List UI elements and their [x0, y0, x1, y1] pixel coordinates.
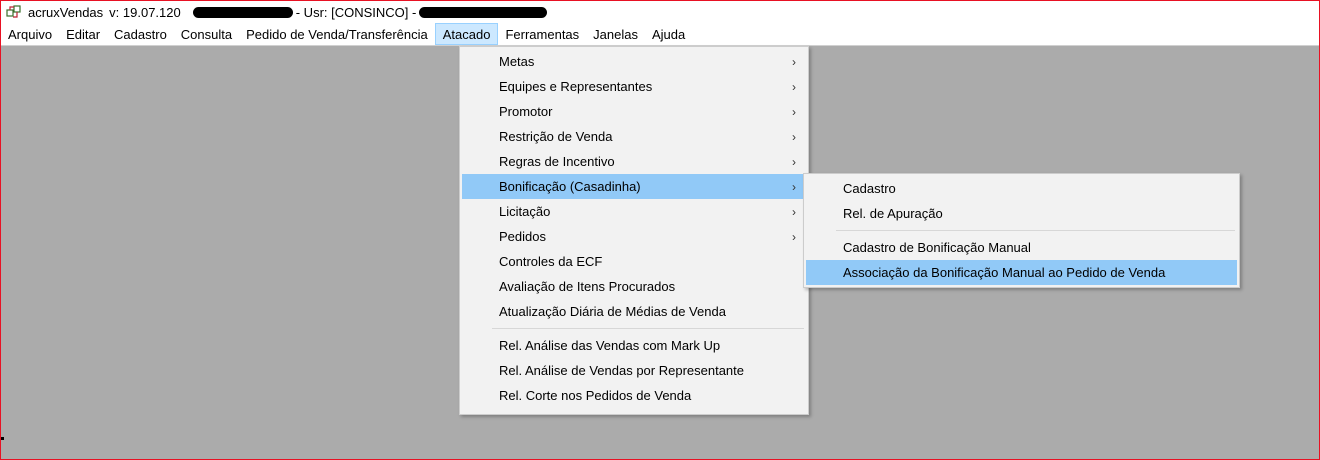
chevron-right-icon: › [792, 179, 796, 194]
menu-item-label: Metas [499, 54, 535, 69]
chevron-right-icon: › [792, 79, 796, 94]
chevron-right-icon: › [792, 154, 796, 169]
menu-separator [492, 328, 804, 329]
menu-item-label: Cadastro de Bonificação Manual [843, 240, 1031, 255]
menu-item-rel-mark-up[interactable]: Rel. Análise das Vendas com Mark Up [462, 333, 806, 358]
menu-item-label: Pedidos [499, 229, 546, 244]
menu-ferramentas[interactable]: Ferramentas [498, 23, 586, 45]
menu-item-regras[interactable]: Regras de Incentivo › [462, 149, 806, 174]
menu-item-label: Regras de Incentivo [499, 154, 615, 169]
submenu-item-associacao-bonificacao[interactable]: Associação da Bonificação Manual ao Pedi… [806, 260, 1237, 285]
menu-item-label: Rel. de Apuração [843, 206, 943, 221]
menu-item-controles-ecf[interactable]: Controles da ECF [462, 249, 806, 274]
menu-item-rel-representante[interactable]: Rel. Análise de Vendas por Representante [462, 358, 806, 383]
menu-item-licitacao[interactable]: Licitação › [462, 199, 806, 224]
menu-editar[interactable]: Editar [59, 23, 107, 45]
chevron-right-icon: › [792, 54, 796, 69]
menu-ajuda[interactable]: Ajuda [645, 23, 692, 45]
menu-item-label: Restrição de Venda [499, 129, 613, 144]
menu-item-label: Avaliação de Itens Procurados [499, 279, 676, 294]
app-icon [6, 4, 22, 20]
redacted-text [419, 6, 548, 18]
menu-item-label: Bonificação (Casadinha) [499, 179, 641, 194]
submenu-item-cadastro-bonificacao-manual[interactable]: Cadastro de Bonificação Manual [806, 235, 1237, 260]
app-name: acruxVendas [28, 4, 104, 20]
menu-item-label: Promotor [499, 104, 553, 119]
chevron-right-icon: › [792, 129, 796, 144]
menu-bar: Arquivo Editar Cadastro Consulta Pedido … [1, 23, 1319, 46]
bonificacao-submenu: Cadastro Rel. de Apuração Cadastro de Bo… [803, 173, 1240, 288]
menu-pedido-de-venda[interactable]: Pedido de Venda/Transferência [239, 23, 435, 45]
menu-item-atualizacao-medias[interactable]: Atualização Diária de Médias de Venda [462, 299, 806, 324]
chevron-right-icon: › [792, 229, 796, 244]
menu-item-avaliacao-itens[interactable]: Avaliação de Itens Procurados [462, 274, 806, 299]
menu-consulta[interactable]: Consulta [174, 23, 239, 45]
app-window: acruxVendas v: 19.07.120 - Usr: [CONSINC… [0, 0, 1320, 460]
chevron-right-icon: › [792, 204, 796, 219]
menu-janelas[interactable]: Janelas [586, 23, 645, 45]
menu-item-pedidos[interactable]: Pedidos › [462, 224, 806, 249]
title-user: - Usr: [CONSINCO] - [295, 4, 417, 20]
window-edge-mark [1, 437, 4, 440]
title-bar: acruxVendas v: 19.07.120 - Usr: [CONSINC… [1, 1, 1319, 23]
menu-cadastro[interactable]: Cadastro [107, 23, 174, 45]
menu-item-restricao[interactable]: Restrição de Venda › [462, 124, 806, 149]
menu-item-label: Associação da Bonificação Manual ao Pedi… [843, 265, 1166, 280]
menu-item-metas[interactable]: Metas › [462, 49, 806, 74]
menu-separator [836, 230, 1235, 231]
menu-item-label: Equipes e Representantes [499, 79, 653, 94]
menu-item-rel-corte-pedidos[interactable]: Rel. Corte nos Pedidos de Venda [462, 383, 806, 408]
submenu-item-cadastro[interactable]: Cadastro [806, 176, 1237, 201]
menu-item-label: Cadastro [843, 181, 896, 196]
menu-item-label: Controles da ECF [499, 254, 603, 269]
menu-item-label: Licitação [499, 204, 551, 219]
menu-item-promotor[interactable]: Promotor › [462, 99, 806, 124]
app-version: v: 19.07.120 [109, 4, 181, 20]
menu-atacado[interactable]: Atacado [434, 23, 499, 45]
menu-item-label: Rel. Análise das Vendas com Mark Up [499, 338, 721, 353]
menu-item-label: Atualização Diária de Médias de Venda [499, 304, 726, 319]
chevron-right-icon: › [792, 104, 796, 119]
menu-arquivo[interactable]: Arquivo [1, 23, 59, 45]
menu-item-label: Rel. Corte nos Pedidos de Venda [499, 388, 692, 403]
menu-item-equipes[interactable]: Equipes e Representantes › [462, 74, 806, 99]
menu-item-bonificacao[interactable]: Bonificação (Casadinha) › [462, 174, 806, 199]
atacado-dropdown: Metas › Equipes e Representantes › Promo… [459, 46, 809, 415]
submenu-item-rel-apuracao[interactable]: Rel. de Apuração [806, 201, 1237, 226]
menu-item-label: Rel. Análise de Vendas por Representante [499, 363, 745, 378]
redacted-text [192, 6, 293, 18]
